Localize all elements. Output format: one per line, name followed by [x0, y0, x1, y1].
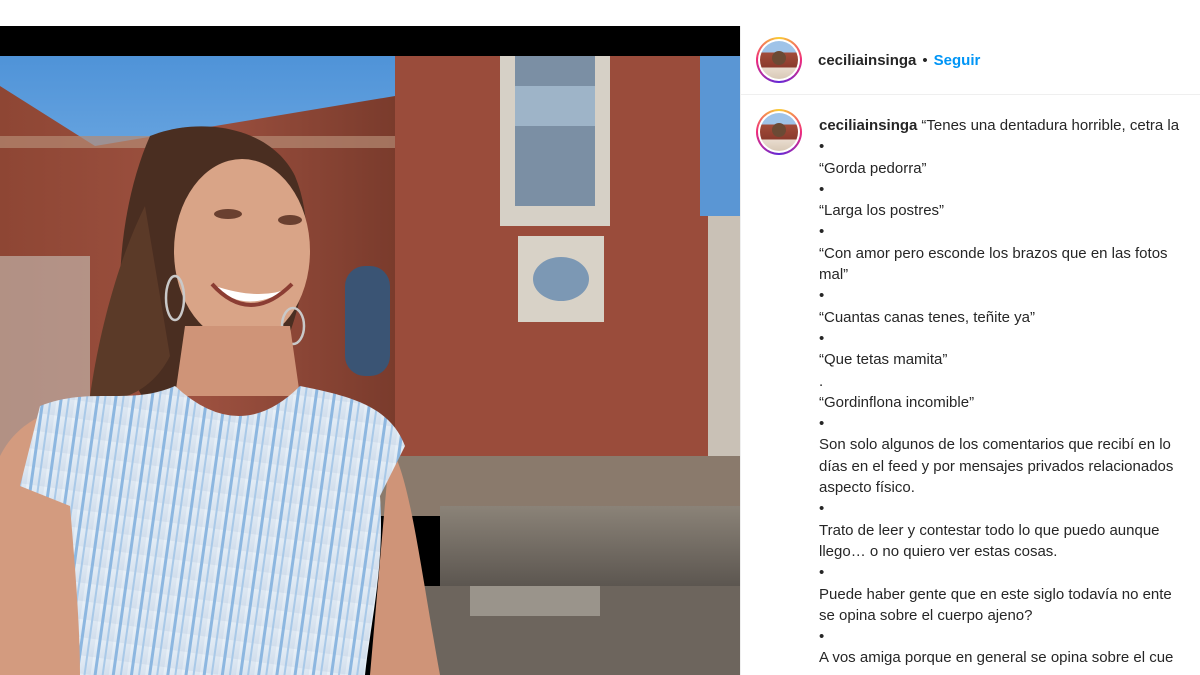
caption-line: A vos amiga porque en general se opina s… [819, 649, 1174, 667]
caption-line: • [819, 223, 825, 241]
caption-line: • [819, 500, 825, 518]
caption-line: se opina sobre el cuerpo ajeno? [819, 606, 1033, 624]
caption-line: ceciliainsinga “Tenes una dentadura horri… [819, 115, 1200, 136]
caption-username[interactable]: ceciliainsinga [819, 117, 917, 134]
post-header: ceciliainsinga • Seguir [741, 26, 1200, 95]
avatar[interactable] [756, 37, 802, 83]
avatar-border [758, 39, 800, 81]
caption-line: • [819, 180, 825, 198]
caption-area: ceciliainsinga “Tenes una dentadura horri… [741, 95, 1200, 666]
caption-line: • [819, 287, 825, 305]
caption-line: llego… o no quiero ver estas cosas. [819, 542, 1058, 560]
caption-line: “Gorda pedorra” [819, 159, 927, 177]
caption-line: “Con amor pero esconde los brazos que en… [819, 244, 1168, 262]
caption-line: “Cuantas canas tenes, teñite ya” [819, 308, 1035, 326]
avatar-image [760, 41, 798, 79]
caption-line: aspecto físico. [819, 479, 915, 497]
caption-avatar-image [760, 113, 798, 151]
caption-line: Son solo algunos de los comentarios que … [819, 436, 1171, 454]
caption-line: Puede haber gente que en este siglo toda… [819, 585, 1172, 603]
caption-avatar[interactable] [756, 109, 802, 155]
caption-avatar-border [758, 111, 800, 153]
post-photo[interactable] [0, 26, 740, 675]
caption-line: “Larga los postres” [819, 202, 945, 220]
photo-image [0, 26, 740, 675]
post-sidebar: ceciliainsinga • Seguir ceciliainsinga “T… [740, 26, 1200, 675]
follow-button[interactable]: Seguir [934, 52, 981, 69]
caption-text: ceciliainsinga “Tenes una dentadura horri… [819, 115, 1200, 669]
caption-line: • [819, 415, 825, 433]
caption-line: • [819, 138, 825, 156]
caption-line: mal” [819, 266, 849, 284]
caption-line: • [819, 628, 825, 646]
caption-line: “Gordinflona incomible” [819, 393, 975, 411]
caption-line: días en el feed y por mensajes privados … [819, 457, 1174, 475]
caption-line-text: “Tenes una dentadura horrible, cetra la [921, 117, 1180, 134]
caption-line: “Que tetas mamita” [819, 351, 948, 369]
caption-line: • [819, 329, 825, 347]
header-separator: • [922, 51, 928, 69]
caption-line: Trato de leer y contestar todo lo que pu… [819, 521, 1160, 539]
caption-line: • [819, 564, 825, 582]
header-username[interactable]: ceciliainsinga [818, 52, 916, 69]
caption-line: . [819, 372, 824, 390]
